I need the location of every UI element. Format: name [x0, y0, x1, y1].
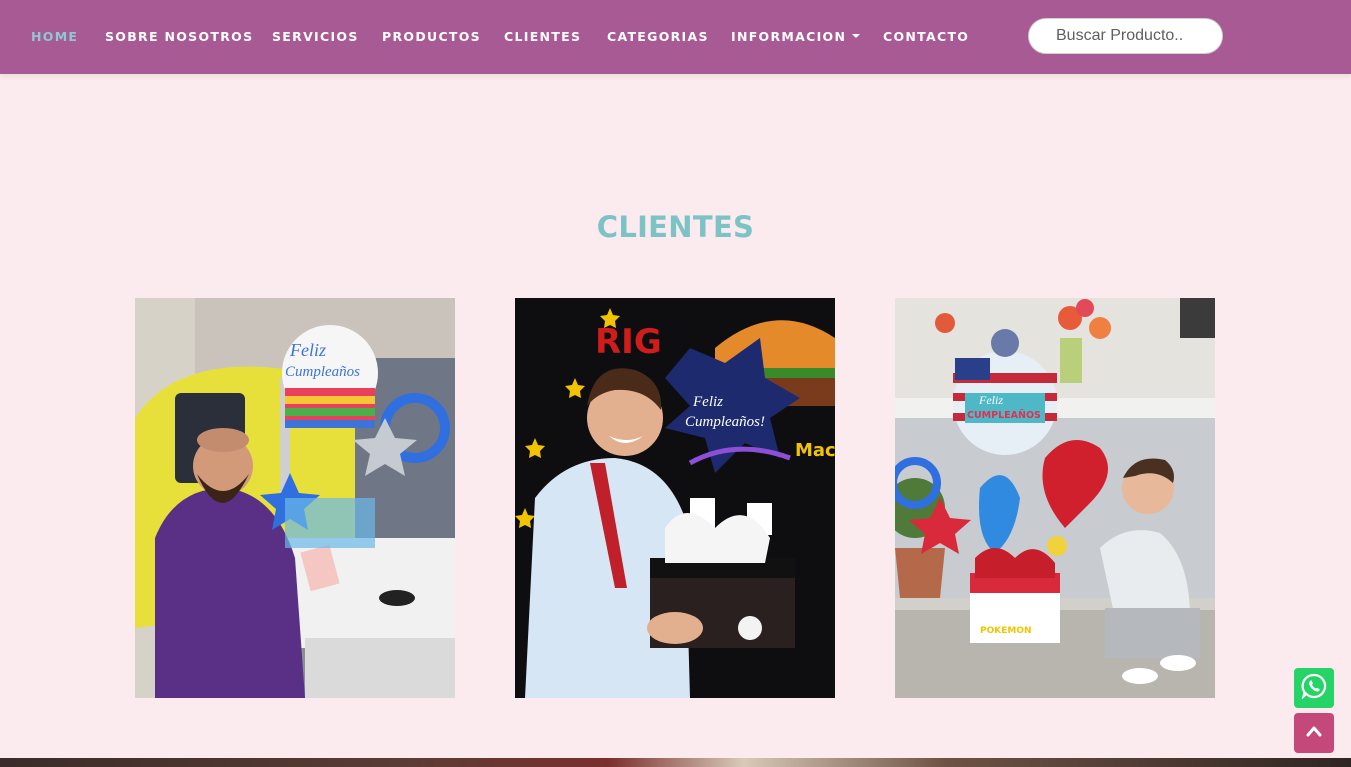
- nav-informacion-dropdown[interactable]: INFORMACION: [731, 28, 861, 46]
- nav-informacion-label: INFORMACION: [731, 29, 847, 44]
- search-input[interactable]: [1028, 18, 1223, 54]
- footer-image-strip: [0, 758, 1351, 767]
- svg-text:RIG: RIG: [595, 322, 662, 362]
- nav-sobre-nosotros[interactable]: SOBRE NOSOTROS: [105, 28, 253, 46]
- whatsapp-button[interactable]: [1294, 668, 1334, 708]
- svg-text:Feliz: Feliz: [978, 393, 1003, 407]
- svg-text:Cumpleaños!: Cumpleaños!: [685, 414, 765, 430]
- nav-contacto[interactable]: CONTACTO: [883, 28, 969, 46]
- svg-text:Cumpleaños: Cumpleaños: [285, 364, 360, 380]
- navbar: HOME SOBRE NOSOTROS SERVICIOS PRODUCTOS …: [0, 0, 1351, 74]
- whatsapp-icon: [1301, 673, 1327, 704]
- svg-text:CUMPLEAÑOS: CUMPLEAÑOS: [967, 410, 1041, 421]
- nav-servicios[interactable]: SERVICIOS: [272, 28, 359, 46]
- nav-categorias[interactable]: CATEGORIAS: [607, 28, 709, 46]
- svg-text:Mac: Mac: [795, 440, 835, 461]
- nav-productos[interactable]: PRODUCTOS: [382, 28, 481, 46]
- nav-home[interactable]: HOME: [31, 28, 78, 46]
- chevron-up-icon: [1306, 724, 1322, 742]
- svg-text:POKEMON: POKEMON: [980, 626, 1032, 636]
- svg-text:Feliz: Feliz: [692, 394, 723, 410]
- back-to-top-button[interactable]: [1294, 713, 1334, 753]
- nav-clientes[interactable]: CLIENTES: [504, 28, 581, 46]
- section-title: CLIENTES: [596, 210, 755, 244]
- svg-text:Feliz: Feliz: [289, 340, 326, 360]
- client-photo-1[interactable]: Feliz Cumpleaños: [135, 298, 455, 698]
- client-photo-3[interactable]: Feliz CUMPLEAÑOS POKEMON: [895, 298, 1215, 698]
- client-photo-2[interactable]: RIG Mac Feliz Cumpleaños!: [515, 298, 835, 698]
- caret-down-icon: [852, 34, 861, 38]
